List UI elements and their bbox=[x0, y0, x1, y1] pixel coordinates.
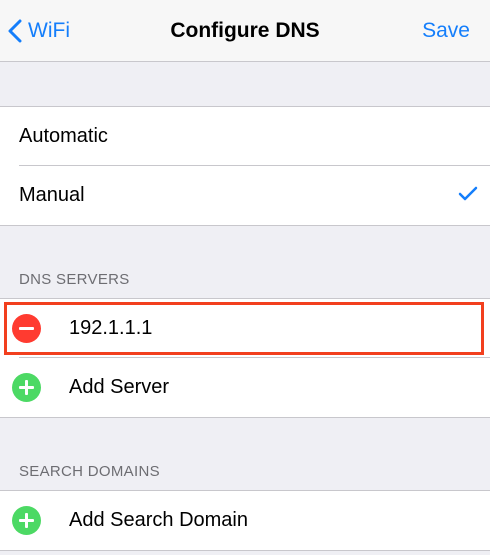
search-domains-header: SEARCH DOMAINS bbox=[19, 463, 160, 480]
option-manual[interactable]: Manual bbox=[0, 166, 490, 225]
back-button[interactable]: WiFi bbox=[8, 14, 70, 48]
search-domains-group: Add Search Domain bbox=[0, 490, 490, 551]
page-title: Configure DNS bbox=[170, 19, 320, 42]
add-search-domain-label: Add Search Domain bbox=[69, 509, 248, 531]
chevron-left-icon bbox=[8, 19, 22, 43]
add-server-label: Add Server bbox=[69, 376, 170, 398]
option-label: Automatic bbox=[19, 125, 108, 147]
add-search-domain-row[interactable]: Add Search Domain bbox=[0, 491, 490, 550]
add-server-row[interactable]: Add Server bbox=[0, 358, 490, 417]
option-label: Manual bbox=[19, 184, 85, 206]
remove-icon[interactable] bbox=[12, 314, 41, 343]
add-icon[interactable] bbox=[12, 373, 41, 402]
back-button-label: WiFi bbox=[28, 19, 70, 42]
add-icon[interactable] bbox=[12, 506, 41, 535]
option-automatic[interactable]: Automatic bbox=[0, 107, 490, 166]
dns-server-row[interactable]: 192.1.1.1 bbox=[0, 299, 490, 358]
dns-servers-group: 192.1.1.1 Add Server bbox=[0, 298, 490, 418]
dns-servers-header: DNS SERVERS bbox=[19, 271, 130, 288]
dns-server-address[interactable]: 192.1.1.1 bbox=[69, 299, 152, 358]
checkmark-icon bbox=[458, 186, 478, 202]
navigation-bar: WiFi Configure DNS Save bbox=[0, 0, 490, 62]
save-button[interactable]: Save bbox=[422, 0, 470, 62]
dns-mode-group: Automatic Manual bbox=[0, 106, 490, 226]
